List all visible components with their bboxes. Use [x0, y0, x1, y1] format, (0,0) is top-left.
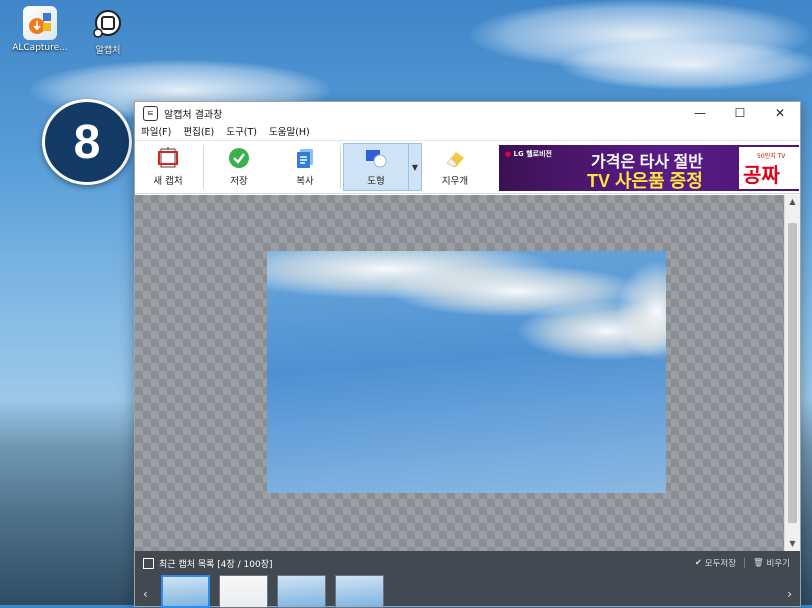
recent-captures-title: 최근 캡처 목록 [4장 / 100장] [159, 560, 273, 570]
recent-captures-panel: 최근 캡처 목록 [4장 / 100장] ✔ 모두저장 🗑 비우기 ‹ › [135, 551, 800, 608]
desktop-icon-alcapture[interactable]: ALCapture... [10, 6, 70, 53]
toolbar-divider [340, 145, 341, 189]
copy-button[interactable]: 복사 [272, 143, 338, 191]
menu-tools[interactable]: 도구(T) [226, 124, 257, 140]
ad-brand: ● LG 헬로비전 [505, 150, 552, 158]
recent-captures-header: 최근 캡처 목록 [4장 / 100장] [143, 557, 273, 570]
menu-edit[interactable]: 편집(E) [183, 124, 214, 140]
ad-brand-text: LG 헬로비전 [513, 150, 552, 158]
save-label: 저장 [230, 176, 248, 187]
save-button[interactable]: 저장 [206, 143, 272, 191]
shape-dropdown-button[interactable]: ▼ [409, 143, 422, 191]
shape-label: 도형 [367, 176, 385, 187]
title-bar[interactable]: ㅌ 알캡처 결과창 — ☐ ✕ [135, 102, 800, 124]
checkmark-icon [227, 147, 251, 169]
eraser-label: 지우개 [441, 176, 469, 187]
menu-help[interactable]: 도움말(H) [269, 124, 310, 140]
next-arrow-icon[interactable]: › [787, 587, 792, 601]
desktop-icon-label: ALCapture... [12, 43, 68, 53]
app-logo-icon: ㅌ [143, 105, 158, 121]
desktop-cloud [560, 40, 812, 90]
close-button[interactable]: ✕ [760, 106, 800, 120]
vertical-scrollbar[interactable]: ▲ ▼ [784, 195, 800, 551]
capture-canvas[interactable] [135, 195, 784, 551]
shape-button[interactable]: 도형 [343, 143, 409, 191]
scrollbar-thumb[interactable] [788, 223, 797, 523]
scroll-down-icon[interactable]: ▼ [785, 537, 800, 551]
desktop-icon-label: 알캡처 [95, 46, 121, 56]
ad-subheadline: TV 사은품 증정 [587, 171, 703, 191]
new-capture-icon [156, 147, 180, 169]
chevron-down-icon: ▼ [411, 162, 419, 172]
eraser-button[interactable]: 지우개 [422, 143, 488, 191]
alcapture-app-icon [91, 6, 125, 40]
recent-thumbnail[interactable] [161, 575, 210, 608]
alcapture-result-window: ㅌ 알캡처 결과창 — ☐ ✕ 파일(F) 편집(E) 도구(T) 도움말(H)… [134, 101, 801, 608]
window-title: 알캡처 결과창 [164, 109, 223, 121]
step-number-badge: 8 [42, 99, 132, 185]
eraser-icon [443, 147, 467, 169]
new-capture-label: 새 캡처 [153, 176, 183, 187]
recent-thumbnail[interactable] [277, 575, 326, 608]
advertisement-banner[interactable]: ● LG 헬로비전 가격은 타사 절반 TV 사은품 증정 50인치 TV 공짜 [499, 145, 799, 191]
recent-actions: ✔ 모두저장 🗑 비우기 [695, 557, 790, 569]
scroll-up-icon[interactable]: ▲ [785, 195, 800, 209]
recent-thumbnails [161, 575, 393, 608]
new-capture-button[interactable]: 새 캡처 [135, 143, 201, 191]
recent-thumbnail[interactable] [219, 575, 268, 608]
maximize-button[interactable]: ☐ [720, 106, 760, 120]
window-stack-icon [143, 558, 154, 569]
save-all-button[interactable]: 모두저장 [705, 557, 736, 569]
menu-file[interactable]: 파일(F) [141, 124, 171, 140]
captured-image[interactable] [267, 251, 666, 493]
copy-label: 복사 [296, 176, 314, 187]
toolbar: 새 캡처 저장 복사 도형 ▼ 지우개 ● LG 헬로비전 가격은 타사 절반 … [135, 140, 800, 194]
recent-thumbnail[interactable] [335, 575, 384, 608]
trash-icon: 🗑 [753, 558, 764, 568]
clear-button[interactable]: 비우기 [767, 557, 790, 569]
actions-divider [744, 558, 746, 568]
shape-icon [364, 147, 388, 169]
menu-bar: 파일(F) 편집(E) 도구(T) 도움말(H) [135, 124, 800, 140]
copy-document-icon [293, 147, 317, 169]
ad-promo-big: 공짜 [743, 165, 780, 187]
captured-sky-clouds [267, 251, 666, 361]
check-icon: ✔ [694, 558, 703, 568]
desktop-icon-alcapture-app[interactable]: 알캡처 [78, 6, 138, 56]
ad-promo-box: 50인치 TV 공짜 [739, 147, 799, 189]
prev-arrow-icon[interactable]: ‹ [143, 587, 148, 601]
alcapture-installer-icon [23, 6, 57, 40]
toolbar-divider [203, 145, 204, 189]
minimize-button[interactable]: — [680, 106, 720, 120]
